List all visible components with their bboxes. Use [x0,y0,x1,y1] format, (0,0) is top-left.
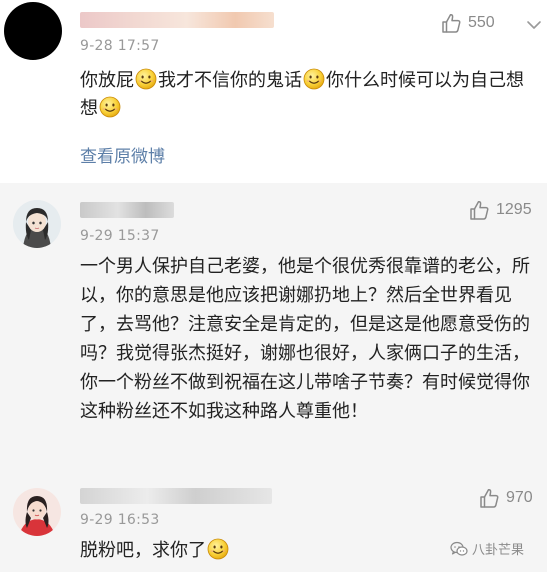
like-button[interactable]: 550 [440,12,495,34]
comment-text-part: 你放屁 [80,70,134,90]
smile-emoji-icon [99,96,121,118]
avatar[interactable] [4,2,62,60]
like-count: 970 [506,489,533,506]
thumbs-up-icon [440,12,462,34]
view-original-weibo-link[interactable]: 查看原微博 [80,142,165,167]
comment-time: 9-28 17:57 [80,38,160,54]
comment-text-part: 我才不信你的鬼话 [158,70,302,90]
comment-time: 9-29 16:53 [80,512,160,528]
like-count: 1295 [496,201,532,218]
comment-time: 9-29 15:37 [80,228,160,244]
username-redacted[interactable] [80,202,174,218]
watermark-text: 八卦芒果 [472,543,525,558]
smile-emoji-icon [303,68,325,90]
smile-emoji-icon [135,68,157,90]
avatar[interactable] [13,200,61,248]
comment-text-part: 脱粉吧，求你了 [80,540,206,560]
wechat-icon [450,541,468,556]
avatar[interactable] [13,488,61,536]
thumbs-up-icon [478,487,500,509]
comment-text: 你放屁 我才不信你的鬼话 你什么时候可以为自己想想 [80,66,535,122]
thumbs-up-icon [468,199,490,221]
like-count: 550 [468,14,495,31]
chevron-down-icon[interactable] [525,17,543,33]
comment-text: 一个男人保护自己老婆，他是个很优秀很靠谱的老公，所以，你的意思是他应该把谢娜扔地… [80,256,530,421]
watermark: 八卦芒果 [450,539,524,558]
like-button[interactable]: 970 [478,487,533,509]
username-redacted[interactable] [80,12,274,28]
like-button[interactable]: 1295 [468,199,532,221]
smile-emoji-icon [207,538,229,560]
username-redacted[interactable] [80,488,272,504]
comment-item: 9-28 17:57 550 你放屁 我才不信你的鬼话 你什么时候可以为自己想想 查… [0,0,547,183]
